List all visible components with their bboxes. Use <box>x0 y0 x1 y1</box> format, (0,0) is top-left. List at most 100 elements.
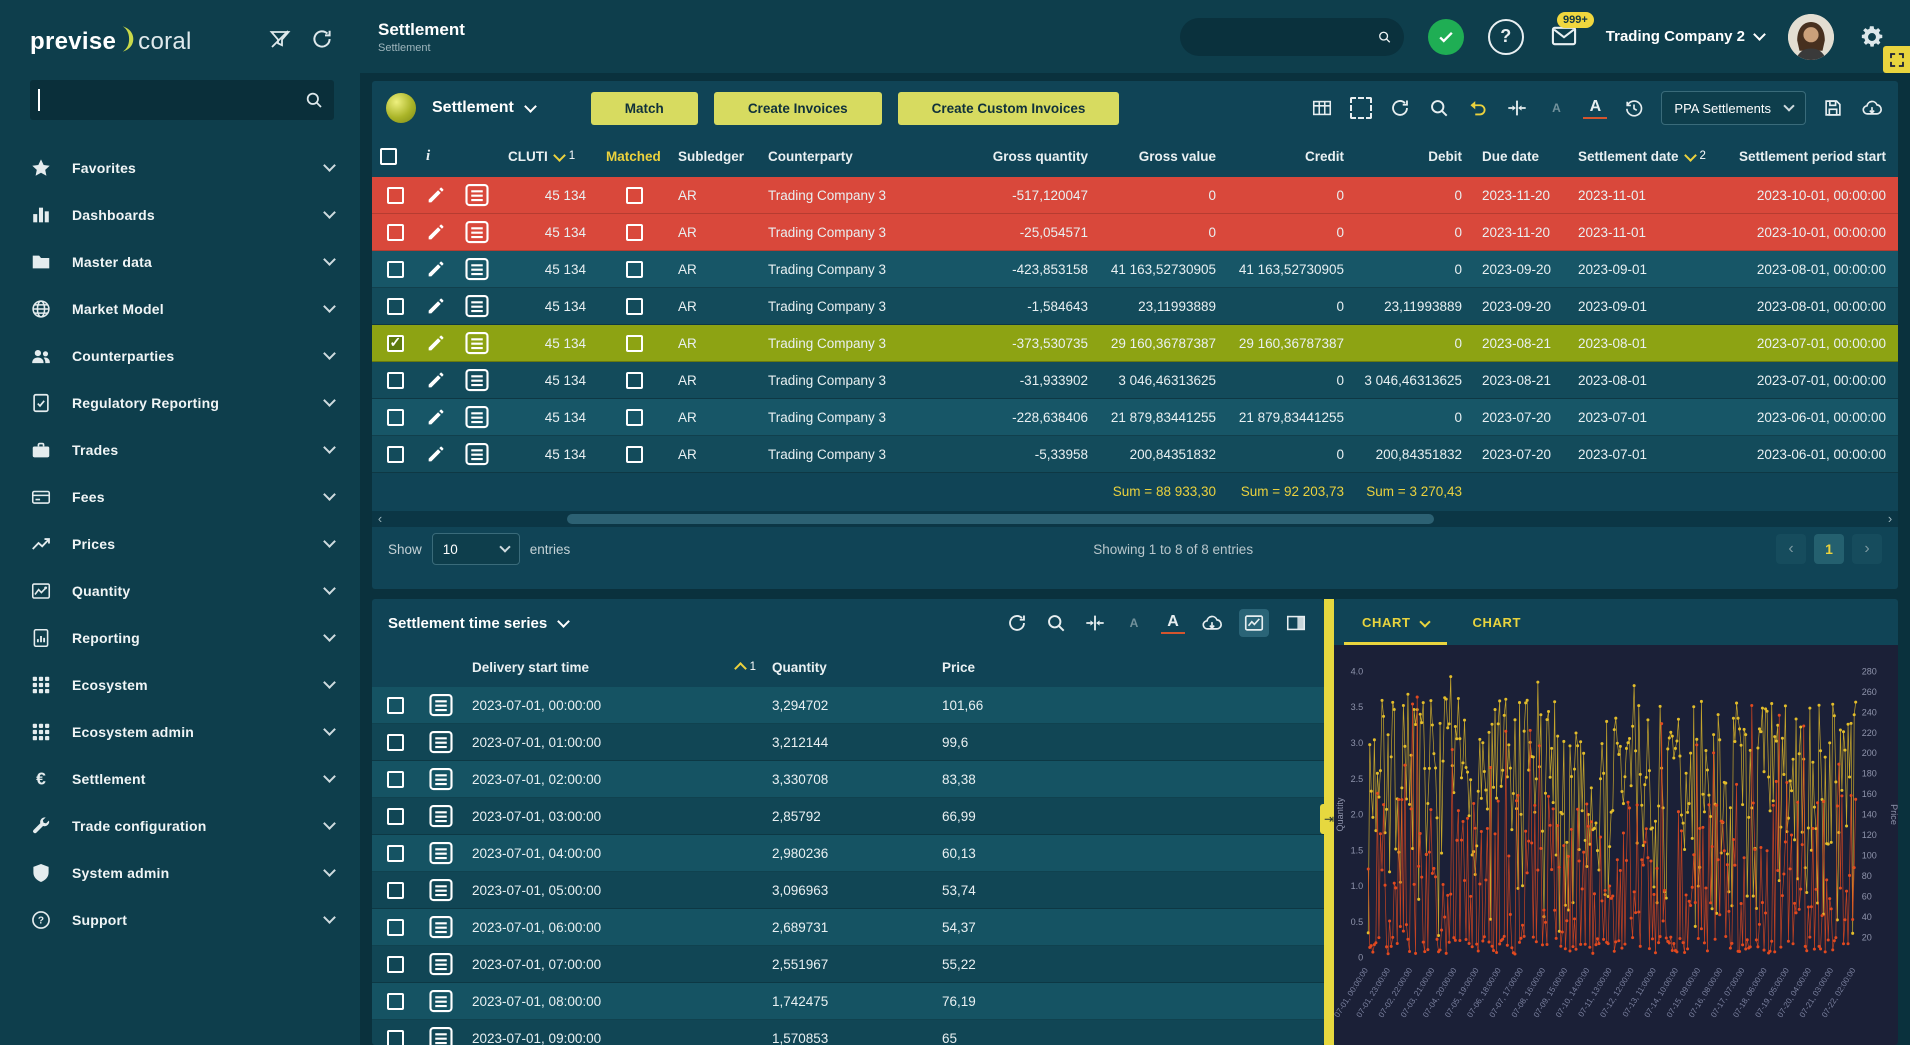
sidebar-item[interactable]: Trade configuration <box>0 802 360 849</box>
tab-chart-1[interactable]: CHART <box>1344 605 1447 645</box>
font-decrease-icon[interactable]: A <box>1122 611 1146 635</box>
save-icon[interactable] <box>1821 96 1845 120</box>
table-row[interactable]: 2023-07-01, 03:00:00 2,85792 66,99 <box>372 798 1324 835</box>
scrollbar-track[interactable] <box>388 513 1882 525</box>
row-checkbox[interactable] <box>387 187 404 204</box>
sidebar-item[interactable]: Master data <box>0 238 360 285</box>
row-checkbox[interactable] <box>387 734 404 751</box>
scroll-right-arrow[interactable]: › <box>1882 512 1898 526</box>
sidebar-item[interactable]: Quantity <box>0 567 360 614</box>
sidebar-search-input[interactable] <box>38 89 304 111</box>
matched-checkbox[interactable] <box>626 372 643 389</box>
font-decrease-icon[interactable]: A <box>1544 96 1568 120</box>
search-icon[interactable] <box>1427 96 1451 120</box>
multi-select-icon[interactable] <box>1349 96 1373 120</box>
matched-checkbox[interactable] <box>626 187 643 204</box>
row-checkbox[interactable] <box>387 261 404 278</box>
table-row[interactable]: 2023-07-01, 04:00:00 2,980236 60,13 <box>372 835 1324 872</box>
column-header-settlement-date[interactable]: Settlement date 2 <box>1570 149 1702 164</box>
filter-off-icon[interactable] <box>268 27 292 51</box>
company-selector[interactable]: Trading Company 2 <box>1606 28 1764 45</box>
column-header-period-start[interactable]: Settlement period start <box>1702 149 1898 164</box>
sidebar-item[interactable]: System admin <box>0 849 360 896</box>
row-checkbox[interactable] <box>387 372 404 389</box>
matched-checkbox[interactable] <box>626 224 643 241</box>
sidebar-item[interactable]: Support <box>0 896 360 943</box>
sidebar-item[interactable]: Counterparties <box>0 332 360 379</box>
sidebar-item[interactable]: Settlement <box>0 755 360 802</box>
sidebar-item[interactable]: Regulatory Reporting <box>0 379 360 426</box>
column-header-due-date[interactable]: Due date <box>1474 149 1570 164</box>
table-row[interactable]: 2023-07-01, 09:00:00 1,570853 65 <box>372 1020 1324 1045</box>
matched-checkbox[interactable] <box>626 409 643 426</box>
font-size-icon[interactable]: A <box>1161 612 1185 634</box>
column-header-counterparty[interactable]: Counterparty <box>760 149 958 164</box>
gear-icon[interactable] <box>1858 23 1886 51</box>
page-number-button[interactable]: 1 <box>1814 534 1844 564</box>
refresh-icon[interactable] <box>310 27 334 51</box>
table-row[interactable]: 2023-07-01, 05:00:00 3,096963 53,74 <box>372 872 1324 909</box>
sidebar-item[interactable]: Ecosystem admin <box>0 708 360 755</box>
chart-preview-icon[interactable] <box>1239 609 1269 637</box>
column-header-matched[interactable]: Matched <box>598 149 670 164</box>
table-columns-icon[interactable] <box>1310 96 1334 120</box>
global-search-input[interactable] <box>1192 28 1377 46</box>
table-row[interactable]: 2023-07-01, 07:00:00 2,551967 55,22 <box>372 946 1324 983</box>
column-header-debit[interactable]: Debit <box>1356 149 1474 164</box>
fit-columns-icon[interactable] <box>1083 611 1107 635</box>
row-checkbox[interactable] <box>387 993 404 1010</box>
details-list-icon[interactable] <box>426 963 456 1045</box>
row-checkbox[interactable] <box>387 409 404 426</box>
mail-icon[interactable]: 999+ <box>1548 22 1582 52</box>
row-checkbox[interactable] <box>387 845 404 862</box>
create-custom-invoices-button[interactable]: Create Custom Invoices <box>898 92 1120 125</box>
column-header-delivery-start[interactable]: Delivery start time 1 <box>464 660 764 675</box>
matched-checkbox[interactable] <box>626 335 643 352</box>
row-checkbox[interactable] <box>387 298 404 315</box>
matched-checkbox[interactable] <box>626 298 643 315</box>
row-checkbox[interactable] <box>387 771 404 788</box>
column-header-price[interactable]: Price <box>934 660 1324 675</box>
sidebar-item[interactable]: Trades <box>0 426 360 473</box>
undo-icon[interactable] <box>1466 96 1490 120</box>
row-checkbox[interactable] <box>387 882 404 899</box>
sidebar-item[interactable]: Fees <box>0 473 360 520</box>
row-checkbox[interactable] <box>387 224 404 241</box>
fit-columns-icon[interactable] <box>1505 96 1529 120</box>
panel-splitter[interactable]: ⇥ <box>1324 599 1334 1045</box>
row-checkbox[interactable] <box>387 1030 404 1045</box>
font-size-icon[interactable]: A <box>1583 97 1607 119</box>
refresh-icon[interactable] <box>1388 96 1412 120</box>
match-button[interactable]: Match <box>591 92 698 125</box>
row-checkbox[interactable] <box>387 697 404 714</box>
table-row[interactable]: 2023-07-01, 06:00:00 2,689731 54,37 <box>372 909 1324 946</box>
refresh-icon[interactable] <box>1005 611 1029 635</box>
status-ok-icon[interactable] <box>1428 19 1464 55</box>
column-header-subledger[interactable]: Subledger <box>670 149 760 164</box>
search-icon[interactable] <box>1044 611 1068 635</box>
table-row[interactable]: 45 134 AR Trading Company 3 -1,584643 23… <box>372 288 1898 325</box>
select-all-checkbox[interactable] <box>380 148 397 165</box>
prev-page-button[interactable]: ‹ <box>1776 534 1806 564</box>
scroll-left-arrow[interactable]: ‹ <box>372 512 388 526</box>
table-row[interactable]: 45 134 AR Trading Company 3 -517,120047 … <box>372 177 1898 214</box>
sidebar-item[interactable]: Dashboards <box>0 191 360 238</box>
table-row[interactable]: 45 134 AR Trading Company 3 -25,054571 0… <box>372 214 1898 251</box>
settlement-panel-title[interactable]: Settlement <box>432 99 535 117</box>
matched-checkbox[interactable] <box>626 261 643 278</box>
avatar[interactable] <box>1788 14 1834 60</box>
sidebar-item[interactable]: Market Model <box>0 285 360 332</box>
cloud-download-icon[interactable] <box>1860 96 1884 120</box>
chart[interactable]: 00.51.01.52.02.53.03.54.0204060801001201… <box>1334 645 1898 1045</box>
tab-chart-2[interactable]: CHART <box>1455 605 1540 645</box>
matched-checkbox[interactable] <box>626 446 643 463</box>
search-icon[interactable] <box>1377 26 1392 48</box>
column-header-quantity[interactable]: Quantity <box>764 660 934 675</box>
table-row[interactable]: 2023-07-01, 02:00:00 3,330708 83,38 <box>372 761 1324 798</box>
column-header-gross-value[interactable]: Gross value <box>1100 149 1228 164</box>
row-checkbox[interactable] <box>387 808 404 825</box>
sidebar-item[interactable]: Ecosystem <box>0 661 360 708</box>
sidebar-item[interactable]: Favorites <box>0 144 360 191</box>
history-icon[interactable] <box>1622 96 1646 120</box>
table-row[interactable]: 45 134 AR Trading Company 3 -423,853158 … <box>372 251 1898 288</box>
